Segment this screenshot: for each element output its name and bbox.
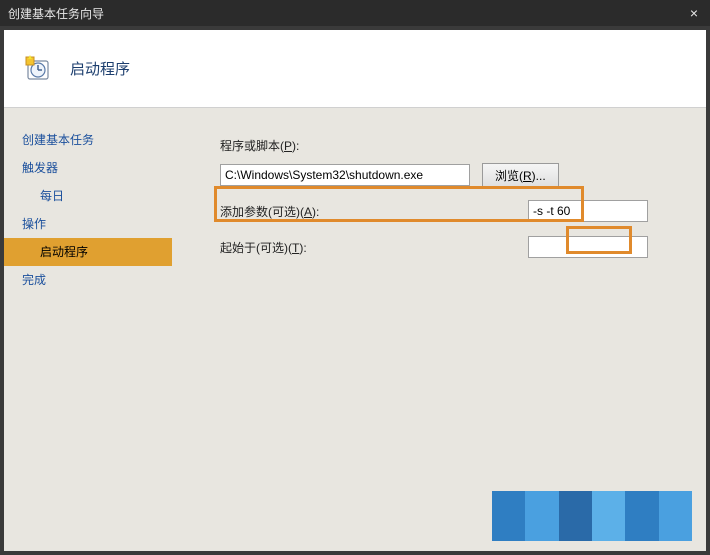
program-label: 程序或脚本(P): — [220, 137, 380, 154]
sidebar-item-action[interactable]: 操作 — [4, 210, 172, 238]
args-label: 添加参数(可选)(A): — [220, 203, 380, 220]
titlebar: 创建基本任务向导 × — [0, 0, 710, 26]
inner-panel: 启动程序 创建基本任务 触发器 每日 操作 启动程序 完成 程序或脚本(P): — [4, 30, 706, 551]
form-area: 程序或脚本(P): 浏览(R)... 添加参数(可选)(A): — [172, 108, 706, 551]
censored-region — [492, 491, 692, 541]
sidebar-item-start-program[interactable]: 启动程序 — [4, 238, 172, 266]
program-input[interactable] — [220, 164, 470, 186]
startin-input[interactable] — [528, 236, 648, 258]
client-area: 启动程序 创建基本任务 触发器 每日 操作 启动程序 完成 程序或脚本(P): — [0, 26, 710, 555]
sidebar-item-create-task[interactable]: 创建基本任务 — [4, 126, 172, 154]
wizard-sidebar: 创建基本任务 触发器 每日 操作 启动程序 完成 — [4, 108, 172, 551]
wizard-footer: <上一步(B) — [603, 515, 692, 541]
wizard-window: 创建基本任务向导 × 启动程序 — [0, 0, 710, 555]
close-icon[interactable]: × — [686, 5, 702, 21]
sidebar-item-daily[interactable]: 每日 — [4, 182, 172, 210]
startin-label: 起始于(可选)(T): — [220, 239, 380, 256]
sidebar-item-trigger[interactable]: 触发器 — [4, 154, 172, 182]
args-input[interactable] — [528, 200, 648, 222]
browse-button[interactable]: 浏览(R)... — [482, 163, 559, 187]
page-title: 启动程序 — [70, 58, 130, 79]
sidebar-item-finish[interactable]: 完成 — [4, 266, 172, 294]
wizard-body: 创建基本任务 触发器 每日 操作 启动程序 完成 程序或脚本(P): — [4, 108, 706, 551]
scheduler-icon — [22, 53, 54, 85]
wizard-header: 启动程序 — [4, 30, 706, 108]
window-title: 创建基本任务向导 — [8, 5, 104, 22]
